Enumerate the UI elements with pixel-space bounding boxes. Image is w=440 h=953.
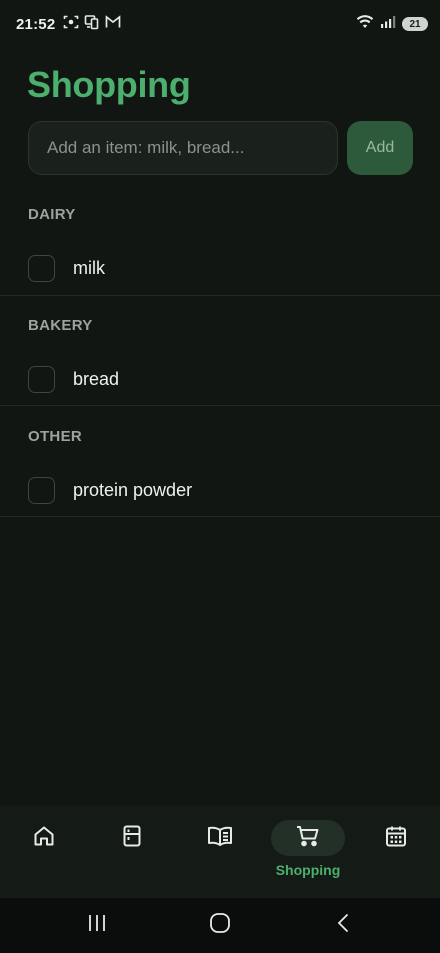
item-checkbox[interactable]: [28, 365, 55, 393]
item-label: bread: [73, 368, 120, 389]
item-label: milk: [73, 257, 105, 278]
book-icon: [206, 824, 234, 853]
gmail-icon: [105, 14, 121, 34]
section-divider: [0, 295, 440, 296]
nav-item-recipes[interactable]: [183, 806, 257, 898]
page-title: Shopping: [27, 64, 191, 105]
add-button[interactable]: Add: [347, 121, 413, 175]
wifi-icon: [356, 14, 374, 34]
status-time: 21:52: [16, 15, 56, 33]
nav-pill: [95, 820, 169, 856]
shopping-screen: 21:52 21 Shopping Add an item: milk, bre…: [0, 0, 440, 953]
nav-label-shopping: Shopping: [275, 862, 341, 878]
section-header: DAIRY: [28, 206, 76, 223]
bottom-nav: Shopping: [0, 806, 440, 898]
back-button[interactable]: [313, 898, 373, 953]
calendar-icon: [384, 824, 408, 853]
nav-item-fridge[interactable]: [95, 806, 169, 898]
item-label: protein powder: [73, 479, 193, 500]
home-button[interactable]: [190, 898, 250, 953]
list-item[interactable]: bread: [0, 353, 440, 405]
nav-item-calendar[interactable]: [359, 806, 433, 898]
status-bar: 21:52 21: [0, 0, 440, 48]
recent-apps-button[interactable]: [67, 898, 127, 953]
nav-pill: [359, 820, 433, 856]
list-item[interactable]: milk: [0, 242, 440, 294]
battery-indicator: 21: [402, 17, 428, 31]
nav-pill: [183, 820, 257, 856]
nav-item-shopping[interactable]: Shopping: [271, 806, 345, 898]
cart-icon: [295, 824, 321, 853]
add-item-input[interactable]: [28, 121, 338, 175]
phone-link-icon: [84, 14, 100, 35]
item-checkbox[interactable]: [28, 476, 55, 504]
back-icon: [336, 913, 350, 938]
nav-pill: [7, 820, 81, 856]
recent-apps-icon: [86, 914, 108, 937]
nav-pill-active: [271, 820, 345, 856]
list-item[interactable]: protein powder: [0, 464, 440, 516]
screenshot-icon: [63, 14, 79, 35]
system-nav-bar: [0, 898, 440, 953]
notification-icons: [63, 14, 121, 35]
section-divider: [0, 516, 440, 517]
signal-icon: [380, 15, 396, 34]
section-header: OTHER: [28, 428, 82, 445]
nav-item-home[interactable]: [7, 806, 81, 898]
item-checkbox[interactable]: [28, 254, 55, 282]
section-header: BAKERY: [28, 317, 93, 334]
home-icon: [32, 824, 56, 853]
section-divider: [0, 405, 440, 406]
home-circle-icon: [209, 912, 231, 939]
status-right: 21: [356, 14, 428, 34]
fridge-icon: [120, 824, 144, 853]
status-left: 21:52: [16, 14, 121, 35]
